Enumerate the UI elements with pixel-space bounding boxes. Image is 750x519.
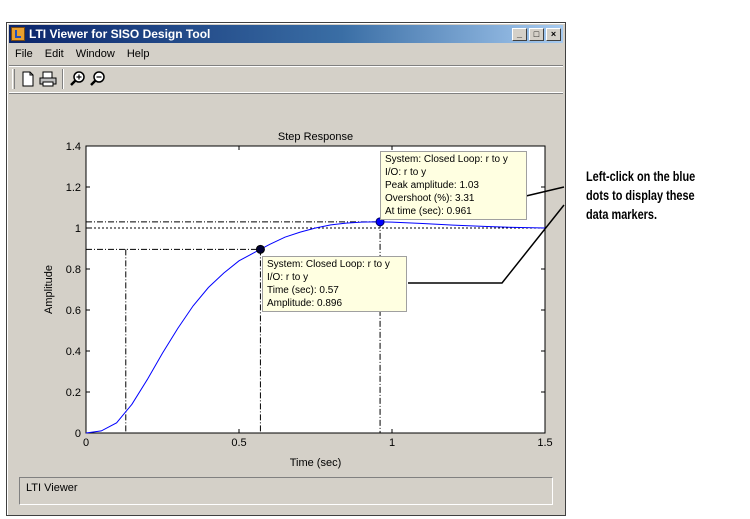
datatip-line: Time (sec): 0.57 xyxy=(267,285,339,296)
y-tick-label: 1 xyxy=(75,223,81,235)
y-tick-label: 0.4 xyxy=(66,346,81,358)
datatip-line: System: Closed Loop: r to y xyxy=(385,154,508,165)
callout-line: dots to display these xyxy=(586,187,695,203)
point-marker[interactable] xyxy=(255,244,265,254)
x-tick-label: 0.5 xyxy=(231,437,246,449)
chart-title: Step Response xyxy=(278,131,353,143)
datatip-line: Overshoot (%): 3.31 xyxy=(385,193,475,204)
y-tick-label: 1.4 xyxy=(66,141,81,153)
x-axis-label: Time (sec) xyxy=(290,457,342,469)
x-tick-label: 1 xyxy=(389,437,395,449)
datatip-line: Amplitude: 0.896 xyxy=(267,298,343,309)
datatip-line: System: Closed Loop: r to y xyxy=(267,259,390,270)
datatip-line: I/O: r to y xyxy=(267,272,309,283)
y-tick-label: 0 xyxy=(75,428,81,440)
callout-text: Left-click on the blue dots to display t… xyxy=(586,167,711,224)
datatip-line: I/O: r to y xyxy=(385,167,427,178)
datatip-line: Peak amplitude: 1.03 xyxy=(385,180,479,191)
datatip-line: At time (sec): 0.961 xyxy=(385,206,472,217)
y-axis-label: Amplitude xyxy=(43,265,55,314)
datatip-peak[interactable]: System: Closed Loop: r to y I/O: r to y … xyxy=(380,151,527,220)
x-tick-label: 1.5 xyxy=(537,437,552,449)
y-tick-label: 1.2 xyxy=(66,182,81,194)
x-tick-label: 0 xyxy=(83,437,89,449)
callout-line: Left-click on the blue xyxy=(586,168,696,184)
y-tick-label: 0.2 xyxy=(66,387,81,399)
datatip-point[interactable]: System: Closed Loop: r to y I/O: r to y … xyxy=(262,256,407,312)
y-tick-label: 0.6 xyxy=(66,305,81,317)
callout-line: data markers. xyxy=(586,206,658,222)
y-tick-label: 0.8 xyxy=(66,264,81,276)
